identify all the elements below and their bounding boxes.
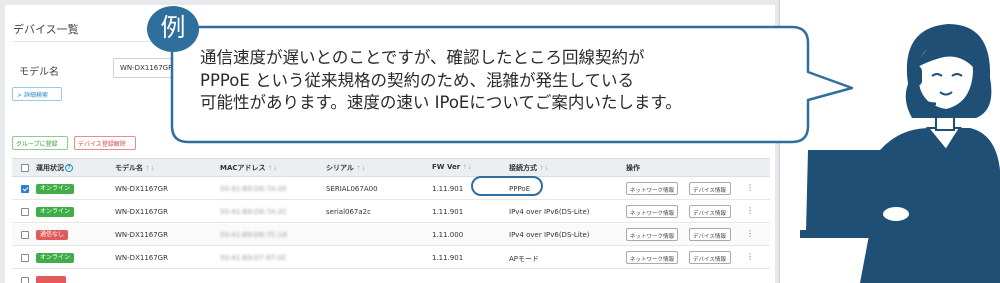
table-row[interactable]: 通信なし WN-DX1167GR 50:41:B9:D6:7C:18 1.11.… — [12, 224, 770, 246]
connection-highlight-oval — [471, 176, 543, 196]
example-tag: 例 — [147, 6, 199, 52]
status-badge: オンライン — [36, 207, 75, 217]
operator-hand — [881, 205, 911, 223]
device-unregister-button[interactable]: デバイス登録解除 — [74, 136, 136, 150]
cell-mac: 50:41:B9:D6:7C:18 — [220, 231, 287, 239]
cell-connection: IPv4 over IPv6(DS-Lite) — [509, 231, 590, 239]
cell-connection: IPv4 over IPv6(DS-Lite) — [509, 208, 590, 216]
device-info-button[interactable]: デバイス情報 — [689, 205, 731, 218]
row-checkbox[interactable] — [21, 277, 29, 283]
sort-icon: ↑↓ — [355, 165, 366, 172]
network-info-button[interactable]: ネットワーク情報 — [626, 228, 678, 241]
table-row[interactable] — [12, 270, 770, 283]
cell-model: WN-DX1167GR — [115, 185, 168, 193]
sort-icon: ↑↓ — [539, 165, 550, 172]
cell-serial: SERIAL067A00 — [326, 185, 378, 193]
network-info-button[interactable]: ネットワーク情報 — [626, 182, 678, 195]
more-menu-icon[interactable]: ⋮ — [746, 206, 754, 215]
table-row[interactable]: オンライン WN-DX1167GR 50:41:B9:D6:7A:00 SERI… — [12, 178, 770, 200]
cell-connection: APモード — [509, 255, 540, 263]
laptop-base — [800, 230, 930, 238]
status-badge: オンライン — [36, 184, 75, 194]
network-info-button[interactable]: ネットワーク情報 — [626, 205, 678, 218]
cell-model: WN-DX1167GR — [115, 254, 168, 262]
callout-line: PPPoE という従来規格の契約のため、混雑が発生している — [200, 70, 635, 90]
cell-mac: 50:41:B9:D6:7A:00 — [220, 185, 287, 193]
operator-illustration — [800, 24, 1000, 283]
chevron-right-icon: > — [17, 92, 23, 99]
status-badge — [36, 276, 66, 283]
detail-search-label: 詳細検索 — [24, 92, 49, 99]
operator-body — [860, 128, 1000, 283]
model-filter-select[interactable]: WN-DX1167GR — [113, 58, 173, 78]
callout-line: 可能性があります。速度の速い IPoEについてご案内いたします。 — [200, 93, 682, 112]
cell-fw: 1.11.901 — [432, 254, 464, 262]
select-all-checkbox[interactable] — [21, 164, 29, 172]
header-status[interactable]: 運用状況? — [36, 163, 73, 173]
detail-search-button[interactable]: > 詳細検索 — [12, 87, 62, 101]
device-info-button[interactable]: デバイス情報 — [689, 228, 731, 241]
header-serial[interactable]: シリアル ↑↓ — [326, 163, 366, 173]
cell-mac: 50:41:B9:D7:87:0C — [220, 254, 287, 262]
help-icon[interactable]: ? — [65, 164, 73, 172]
row-checkbox[interactable] — [21, 185, 29, 193]
cell-fw: 1.11.901 — [432, 208, 464, 216]
table-header: 運用状況? モデル名 ↑↓ MACアドレス ↑↓ シリアル ↑↓ FW Ver ↑↓ 接… — [12, 158, 770, 177]
header-connection[interactable]: 接続方式 ↑↓ — [509, 163, 549, 173]
more-menu-icon[interactable]: ⋮ — [746, 229, 754, 238]
cell-model: WN-DX1167GR — [115, 231, 168, 239]
table-row[interactable]: オンライン WN-DX1167GR 50:41:B9:D7:87:0C 1.11… — [12, 247, 770, 269]
header-fw[interactable]: FW Ver ↑↓ — [432, 163, 472, 171]
cell-model: WN-DX1167GR — [115, 208, 168, 216]
device-info-button[interactable]: デバイス情報 — [689, 182, 731, 195]
callout-text: 通信速度が遅いとのことですが、確認したところ回線契約が PPPoE という従来規… — [200, 47, 800, 115]
callout-line: 通信速度が遅いとのことですが、確認したところ回線契約が — [200, 48, 645, 67]
cell-fw: 1.11.901 — [432, 185, 464, 193]
status-badge: 通信なし — [36, 230, 69, 240]
cell-serial: serial067a2c — [326, 208, 371, 216]
model-filter-label: モデル名 — [19, 67, 59, 78]
sort-icon: ↑↓ — [145, 165, 156, 172]
header-actions: 操作 — [626, 164, 640, 172]
headset-earpiece-icon — [910, 66, 922, 86]
device-list-screenshot: デバイス一覧 モデル名 WN-DX1167GR > 詳細検索 グループに登録 デバ… — [0, 0, 780, 283]
cell-mac: 50:41:B9:D6:7A:2C — [220, 208, 288, 216]
network-info-button[interactable]: ネットワーク情報 — [626, 251, 678, 264]
table-row[interactable]: オンライン WN-DX1167GR 50:41:B9:D6:7A:2C seri… — [12, 201, 770, 223]
more-menu-icon[interactable]: ⋮ — [746, 183, 754, 192]
title-divider — [13, 41, 768, 42]
sort-icon: ↑↓ — [267, 165, 278, 172]
header-mac[interactable]: MACアドレス ↑↓ — [220, 163, 278, 173]
row-checkbox[interactable] — [21, 231, 29, 239]
sort-icon: ↑↓ — [462, 164, 473, 171]
device-info-button[interactable]: デバイス情報 — [689, 251, 731, 264]
row-checkbox[interactable] — [21, 254, 29, 262]
more-menu-icon[interactable]: ⋮ — [746, 252, 754, 261]
row-checkbox[interactable] — [21, 208, 29, 216]
cell-fw: 1.11.000 — [432, 231, 464, 239]
status-badge: オンライン — [36, 253, 75, 263]
header-model[interactable]: モデル名 ↑↓ — [115, 163, 155, 173]
page-title: デバイス一覧 — [13, 23, 79, 36]
group-register-button[interactable]: グループに登録 — [12, 136, 68, 150]
